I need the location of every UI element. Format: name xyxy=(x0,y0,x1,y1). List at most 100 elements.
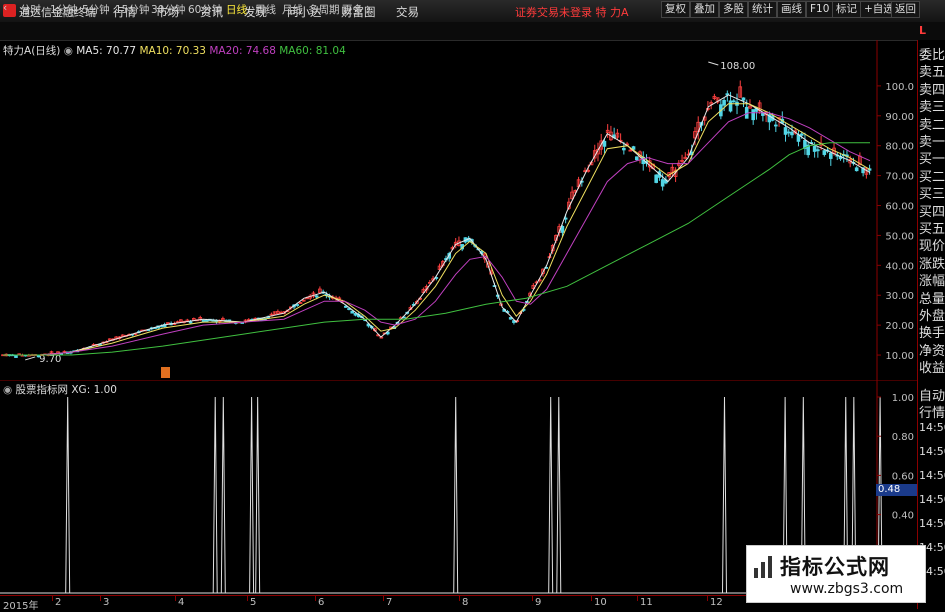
price-tick-label: 70.00 xyxy=(885,172,914,183)
chevron-right-icon[interactable]: › xyxy=(366,2,370,14)
tab-period-daily[interactable]: 日线 xyxy=(226,2,247,17)
price-chart[interactable]: 108.009.70 100.090.0080.0070.0060.0050.0… xyxy=(0,40,917,380)
candle-body xyxy=(854,167,859,172)
month-tick xyxy=(315,596,316,601)
tab-period-multi[interactable]: 多周期 xyxy=(308,2,340,17)
price-tick-label: 60.00 xyxy=(885,202,914,213)
indicator-settings-icon[interactable]: ◉ xyxy=(3,384,12,396)
chart-logo-icon xyxy=(754,556,772,578)
xg-signal-spike xyxy=(255,396,261,594)
sidebar-indicator-option[interactable]: 行情 xyxy=(919,402,945,421)
ma-line-ma5 xyxy=(3,94,871,356)
sidebar-field-label: 买五 xyxy=(919,222,945,237)
toolbar-arrow-icon[interactable]: ‹ xyxy=(3,2,7,14)
ma-line-ma60 xyxy=(3,142,870,356)
candle-body xyxy=(741,97,746,101)
candle-body xyxy=(602,140,607,147)
candle-body xyxy=(622,147,626,151)
candlesticks xyxy=(1,80,872,358)
settings-icon[interactable]: ◉ xyxy=(64,45,73,57)
price-axis: 100.0 90.00 80.00 70.00 60.00 50.00 40.00 30.00… xyxy=(877,82,914,362)
sidebar-field-label: 卖三 xyxy=(919,100,945,116)
sidebar-time: 14:50 xyxy=(919,493,945,506)
month-label: 6 xyxy=(318,597,325,608)
month-tick xyxy=(532,596,533,601)
adjust-button[interactable]: 复权 xyxy=(661,1,690,18)
ma10-label: MA10: 70.33 xyxy=(139,45,206,57)
info-mine-icon xyxy=(161,367,170,378)
month-tick xyxy=(591,596,592,601)
high-annotation: 108.00 xyxy=(720,61,755,72)
xg-signal-spike xyxy=(220,396,226,594)
tab-period-60min[interactable]: 60分钟 xyxy=(188,2,222,17)
candle-body xyxy=(786,131,791,134)
candle-body xyxy=(188,321,193,324)
sidebar-time: 14:50 xyxy=(919,517,945,530)
indicator-name: 股票指标网 xyxy=(15,384,69,396)
menu-trade[interactable]: 交易 xyxy=(396,4,419,20)
candle-body xyxy=(783,127,788,135)
month-label: 3 xyxy=(103,597,110,608)
ma60-label: MA60: 81.04 xyxy=(279,45,346,57)
sidebar-time: 14:50 xyxy=(919,445,945,458)
sidebar-field-label: 买一 xyxy=(919,152,945,168)
month-tick xyxy=(637,596,638,601)
month-label: 2 xyxy=(55,597,62,608)
ma20-label: MA20: 74.68 xyxy=(209,45,276,57)
month-tick xyxy=(175,596,176,601)
price-tick-label: 40.00 xyxy=(885,261,914,272)
candle-body xyxy=(728,100,733,112)
month-tick xyxy=(459,596,460,601)
tab-period-1min[interactable]: 1分钟 xyxy=(50,2,78,17)
month-tick xyxy=(707,596,708,601)
month-tick xyxy=(100,596,101,601)
sidebar-field-label: 总量 xyxy=(919,291,945,307)
candle-body xyxy=(314,295,319,298)
sidebar-field-label: 买四 xyxy=(919,204,945,220)
candle-body xyxy=(812,146,817,152)
candle-body xyxy=(731,100,736,103)
xg-signal-spike xyxy=(548,396,554,594)
candle-body xyxy=(774,124,778,127)
price-tick-label: 50.00 xyxy=(885,231,914,242)
month-label: 8 xyxy=(462,597,469,608)
candle-body xyxy=(799,133,804,136)
candle-body xyxy=(36,355,41,358)
ma-legend: 特力A(日线) ◉ MA5: 70.77 MA10: 70.33 MA20: 7… xyxy=(3,43,346,58)
mark-button[interactable]: 标记 xyxy=(832,1,861,18)
tab-period-15min[interactable]: 15分钟 xyxy=(115,2,149,17)
back-button[interactable]: 返回 xyxy=(891,1,920,18)
tab-period-monthly[interactable]: 月线 xyxy=(282,2,303,17)
sidebar-field-label: 换手 xyxy=(919,326,945,342)
indicator-tick-label: 0.60 xyxy=(892,471,914,482)
tab-period-30min[interactable]: 30分钟 xyxy=(151,2,185,17)
month-tick xyxy=(383,596,384,601)
sidebar-field-label: 卖一 xyxy=(919,135,945,150)
f10-button[interactable]: F10 xyxy=(806,1,834,18)
tab-period-timeshare[interactable]: 分时 xyxy=(20,2,41,17)
sidebar-field-label: 现价 xyxy=(919,239,945,255)
statistics-button[interactable]: 统计 xyxy=(748,1,777,18)
trade-login-status[interactable]: 证券交易未登录 特 力A xyxy=(515,4,629,20)
stock-name-label: 特力A xyxy=(3,45,32,57)
month-label: 10 xyxy=(594,597,607,608)
candle-body xyxy=(822,150,827,155)
month-tick xyxy=(52,596,53,601)
indicator-tick-label: 0.80 xyxy=(892,432,914,443)
sidebar-time: 14:50 xyxy=(919,469,945,482)
low-marker-line xyxy=(25,356,36,361)
draw-line-button[interactable]: 画线 xyxy=(777,1,806,18)
tab-period-weekly[interactable]: 周线 xyxy=(255,2,276,17)
multi-stock-button[interactable]: 多股 xyxy=(719,1,748,18)
candle-body xyxy=(350,310,355,314)
price-tick-label: 30.00 xyxy=(885,291,914,302)
tab-period-more[interactable]: 更多 xyxy=(342,2,363,17)
price-tick-label: 10.00 xyxy=(885,351,914,362)
candle-body xyxy=(14,355,18,358)
tab-period-5min[interactable]: 5分钟 xyxy=(82,2,110,17)
moving-average-lines xyxy=(3,94,871,356)
trade-status-text: 证券交易未登录 xyxy=(515,6,592,19)
overlay-button[interactable]: 叠加 xyxy=(690,1,719,18)
candle-body xyxy=(295,304,300,306)
indicator-tick-label: 0.40 xyxy=(892,511,914,522)
